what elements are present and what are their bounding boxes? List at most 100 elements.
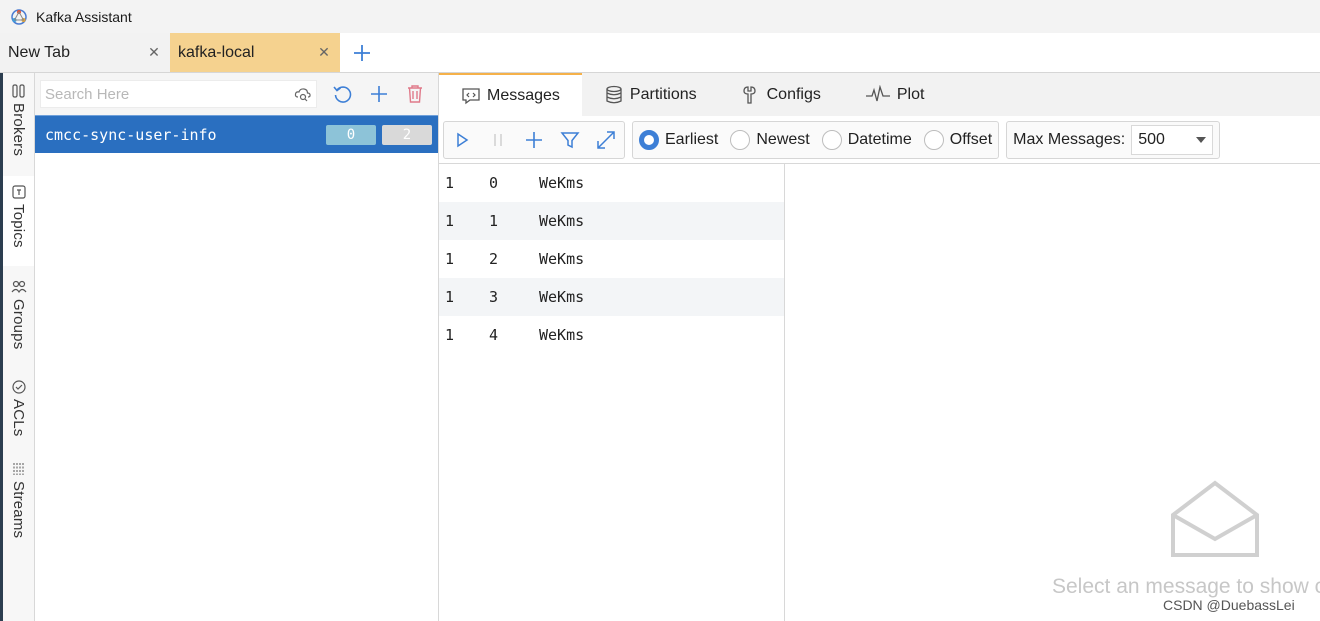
- groups-icon: [11, 280, 26, 294]
- offset-cell: 2: [489, 250, 499, 268]
- offset-cell: 3: [489, 288, 499, 306]
- radio-offset[interactable]: Offset: [918, 129, 998, 150]
- message-actions-group: [443, 120, 625, 159]
- tab-label: Messages: [487, 86, 560, 104]
- sidebar-item-acls[interactable]: ACLs: [3, 379, 34, 436]
- partition-cell: 1: [445, 288, 455, 306]
- plus-icon: [354, 44, 370, 61]
- topic-count-badge: 0: [326, 125, 376, 145]
- app-logo-icon: [11, 8, 27, 25]
- brokers-icon: [11, 84, 25, 98]
- search-box: [40, 80, 317, 108]
- radio-newest[interactable]: Newest: [724, 129, 815, 150]
- value-cell: WeKms: [539, 212, 585, 230]
- radio-earliest[interactable]: Earliest: [633, 129, 724, 150]
- radio-label: Offset: [949, 130, 993, 148]
- produce-message-button[interactable]: [516, 122, 552, 158]
- streams-icon: [13, 463, 23, 475]
- messages-toolbar: Earliest Newest Datetime Offset Max Mess…: [439, 116, 1320, 164]
- radio-label: Earliest: [665, 130, 719, 148]
- tab-label: Configs: [766, 85, 821, 103]
- sidebar-item-label: ACLs: [10, 399, 27, 437]
- offset-cell: 0: [489, 174, 499, 192]
- value-cell: WeKms: [539, 288, 585, 306]
- sidebar-item-topics[interactable]: Topics: [3, 176, 34, 266]
- radio-indicator: [821, 129, 842, 150]
- sidebar-item-label: Brokers: [10, 103, 27, 157]
- offset-cell: 1: [489, 212, 499, 230]
- filter-button[interactable]: [552, 122, 588, 158]
- tab-messages[interactable]: Messages: [439, 73, 582, 116]
- tab-label: Plot: [896, 85, 925, 103]
- message-table: 1 0 WeKms 1 1 WeKms 1 2 WeKms 1 3 WeKms …: [439, 164, 785, 621]
- connection-tab-bar: New Tab ✕ kafka-local ✕: [0, 33, 1320, 73]
- tab-new-tab[interactable]: New Tab ✕: [0, 33, 170, 72]
- radio-datetime[interactable]: Datetime: [816, 129, 918, 150]
- search-input[interactable]: [45, 85, 285, 103]
- partition-cell: 1: [445, 212, 455, 230]
- acls-icon: [11, 380, 26, 394]
- topics-panel: cmcc-sync-user-info 0 2: [35, 73, 439, 621]
- close-icon[interactable]: ✕: [146, 44, 162, 61]
- tab-label: kafka-local: [178, 43, 255, 61]
- topics-toolbar: [35, 73, 438, 115]
- max-messages-select[interactable]: 500: [1131, 124, 1214, 155]
- topic-name: cmcc-sync-user-info: [45, 125, 217, 144]
- filter-icon: [560, 131, 580, 148]
- consume-from-group: Earliest Newest Datetime Offset: [632, 120, 1000, 159]
- sidebar-item-label: Groups: [10, 299, 27, 350]
- plus-icon: [371, 86, 387, 102]
- add-topic-button[interactable]: [361, 80, 397, 108]
- max-messages-label: Max Messages:: [1013, 130, 1126, 148]
- close-icon[interactable]: ✕: [316, 44, 332, 61]
- topics-icon: [11, 185, 26, 199]
- sidebar-item-brokers[interactable]: Brokers: [3, 83, 34, 156]
- expand-button[interactable]: [588, 122, 624, 158]
- tab-plot[interactable]: Plot: [843, 73, 947, 116]
- radio-indicator: [639, 129, 659, 150]
- message-detail-pane: Select an message to show c: [785, 164, 1320, 621]
- tab-partitions[interactable]: Partitions: [582, 73, 719, 116]
- partition-cell: 1: [445, 326, 455, 344]
- tab-kafka-local[interactable]: kafka-local ✕: [170, 33, 340, 72]
- table-row[interactable]: 1 4 WeKms: [439, 316, 784, 354]
- sidebar-item-groups[interactable]: Groups: [3, 279, 34, 349]
- value-cell: WeKms: [539, 326, 585, 344]
- table-row[interactable]: 1 3 WeKms: [439, 278, 784, 316]
- start-button[interactable]: [444, 122, 480, 158]
- cloud-search-icon[interactable]: [294, 86, 312, 102]
- radio-label: Newest: [756, 130, 810, 148]
- table-row[interactable]: 1 2 WeKms: [439, 240, 784, 278]
- app-title: Kafka Assistant: [36, 8, 132, 25]
- plus-icon: [526, 131, 542, 148]
- tab-configs[interactable]: Configs: [719, 73, 843, 116]
- pause-button[interactable]: [480, 122, 516, 158]
- sidebar-item-label: Topics: [10, 204, 27, 248]
- pulse-icon: [865, 84, 890, 101]
- max-messages-value: 500: [1138, 130, 1165, 148]
- play-icon: [457, 132, 469, 147]
- table-row[interactable]: 1 1 WeKms: [439, 202, 784, 240]
- pause-icon: [494, 133, 502, 146]
- table-row[interactable]: 1 0 WeKms: [439, 164, 784, 202]
- title-bar: Kafka Assistant: [0, 0, 1320, 33]
- topic-list-item[interactable]: cmcc-sync-user-info 0 2: [35, 115, 438, 153]
- radio-indicator: [923, 129, 944, 150]
- sidebar-item-streams[interactable]: Streams: [3, 461, 34, 538]
- tab-label: Partitions: [629, 85, 697, 103]
- value-cell: WeKms: [539, 174, 585, 192]
- refresh-button[interactable]: [325, 80, 361, 108]
- database-icon: [606, 85, 622, 103]
- watermark: CSDN @DuebassLei: [1163, 597, 1295, 613]
- offset-cell: 4: [489, 326, 499, 344]
- radio-indicator: [730, 129, 751, 150]
- value-cell: WeKms: [539, 250, 585, 268]
- delete-topic-button[interactable]: [397, 80, 433, 108]
- message-icon: [462, 87, 480, 104]
- sidebar-item-label: Streams: [10, 481, 27, 539]
- chevron-down-icon: [1196, 136, 1207, 143]
- wrench-icon: [742, 85, 756, 104]
- add-tab-button[interactable]: [340, 33, 384, 72]
- refresh-icon: [333, 86, 352, 103]
- radio-label: Datetime: [847, 130, 912, 148]
